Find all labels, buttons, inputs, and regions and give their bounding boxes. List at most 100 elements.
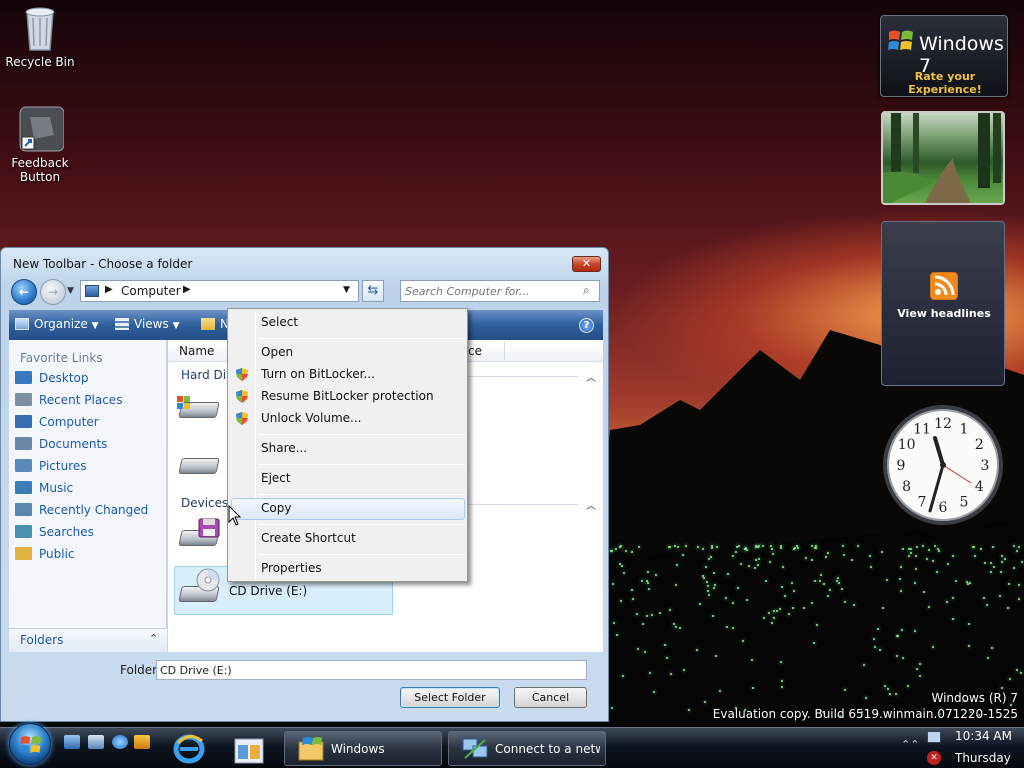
switch-windows-icon[interactable]	[88, 735, 104, 749]
computer-icon	[15, 415, 32, 428]
feedback-button-icon[interactable]: Feedback Button	[0, 105, 80, 184]
network-tray-icon[interactable]	[927, 731, 941, 743]
clock-number: 3	[981, 458, 990, 474]
menu-item-eject[interactable]: Eject	[261, 471, 291, 485]
search-input[interactable]	[405, 283, 577, 299]
pictures-icon	[15, 459, 32, 472]
favorite-link-recent-places[interactable]: Recent Places	[15, 393, 122, 413]
clock-number: 12	[934, 416, 952, 432]
cd-drive-icon	[176, 568, 222, 608]
column-name[interactable]: Name	[179, 344, 214, 358]
forward-button[interactable]: →	[40, 279, 66, 305]
show-hidden-icons-icon[interactable]: ⌃⌃	[901, 738, 919, 751]
clock-face: 12 12 3 45678 9 1011	[883, 405, 1003, 525]
favorite-link-desktop[interactable]: Desktop	[15, 371, 89, 391]
internet-explorer-taskbar-icon[interactable]	[172, 733, 206, 765]
menu-item-select[interactable]: Select	[261, 315, 298, 329]
windows-folder-icon	[298, 737, 324, 761]
help-icon[interactable]: ?	[579, 318, 594, 333]
desktop-icon	[15, 371, 32, 384]
back-button[interactable]: ←	[11, 279, 37, 305]
rate-experience-link[interactable]: Rate your Experience!	[881, 70, 1009, 96]
favorite-link-computer[interactable]: Computer	[15, 415, 99, 435]
clock-number: 11	[913, 422, 931, 438]
explorer-taskbar-icon[interactable]	[232, 735, 266, 765]
favorite-link-music[interactable]: Music	[15, 481, 73, 501]
breadcrumb-chevron-icon[interactable]: ▶	[183, 284, 191, 295]
task-button-connect-network[interactable]: Connect to a netwo	[448, 731, 606, 766]
evaluation-watermark: Windows (R) 7 Evaluation copy. Build 651…	[712, 691, 1018, 721]
menu-item-create-shortcut[interactable]: Create Shortcut	[261, 531, 356, 545]
new-folder-button[interactable]: N	[201, 317, 229, 331]
favorite-link-public[interactable]: Public	[15, 547, 75, 567]
search-icon[interactable]: ⌕	[583, 283, 590, 298]
close-button[interactable]: ✕	[572, 256, 601, 272]
address-bar[interactable]: ▶ Computer ▶ ▼	[80, 280, 359, 302]
favorite-link-documents[interactable]: Documents	[15, 437, 107, 457]
folders-label: Folders	[20, 633, 64, 647]
favorite-link-recently-changed[interactable]: Recently Changed	[15, 503, 148, 523]
favorite-link-pictures[interactable]: Pictures	[15, 459, 87, 479]
clock-number: 9	[897, 458, 906, 474]
cancel-button[interactable]: Cancel	[514, 687, 587, 708]
network-icon	[462, 738, 488, 759]
select-folder-button[interactable]: Select Folder	[400, 687, 500, 708]
arrow-right-icon: →	[47, 285, 59, 299]
favorite-links-header: Favorite Links	[20, 351, 103, 365]
music-icon	[15, 481, 32, 494]
favorite-link-searches[interactable]: Searches	[15, 525, 94, 545]
computer-icon	[85, 285, 99, 297]
breadcrumb-computer[interactable]: Computer	[121, 284, 181, 298]
search-box[interactable]: ⌕	[400, 280, 600, 302]
collapse-icon[interactable]: ︿	[586, 497, 596, 512]
refresh-icon: ⇆	[367, 283, 379, 298]
windows-flag-icon	[888, 30, 913, 50]
task-button-windows[interactable]: Windows	[284, 731, 442, 766]
searches-icon	[15, 525, 32, 538]
clock-day[interactable]: Thursday	[955, 751, 1011, 765]
menu-item-properties[interactable]: Properties	[261, 561, 322, 575]
menu-item-open[interactable]: Open	[261, 345, 293, 359]
feed-headlines-gadget[interactable]: View headlines	[881, 221, 1005, 386]
uac-shield-icon	[236, 390, 248, 403]
windows7-rate-gadget[interactable]: Windows 7 Rate your Experience!	[880, 15, 1008, 97]
start-button[interactable]	[9, 723, 51, 765]
menu-item-unlock-volume[interactable]: Unlock Volume...	[261, 411, 362, 425]
public-icon	[15, 547, 32, 560]
floppy-drive-icon[interactable]	[176, 518, 222, 552]
slideshow-gadget[interactable]	[881, 111, 1005, 205]
recent-places-icon	[15, 393, 32, 406]
hard-drive-d-icon[interactable]	[176, 446, 222, 480]
arrow-left-icon: ←	[18, 285, 30, 299]
clock-number: 1	[960, 422, 969, 438]
folders-toggle[interactable]: Folders ⌃	[9, 628, 167, 652]
address-dropdown-icon[interactable]: ▼	[343, 285, 350, 295]
internet-explorer-quicklaunch-icon[interactable]	[112, 735, 128, 749]
collapse-icon[interactable]: ︿	[586, 369, 596, 384]
forest-photo	[883, 113, 1001, 203]
clock-gadget[interactable]: 12 1 2 3 4 5 6 7 8 9 10 11	[881, 403, 1005, 527]
media-player-quicklaunch-icon[interactable]	[134, 735, 150, 749]
rss-icon	[930, 272, 958, 300]
uac-shield-icon	[236, 368, 248, 381]
hard-drive-c-icon[interactable]	[176, 390, 222, 424]
views-button[interactable]: Views ▼	[115, 317, 179, 331]
recent-pages-dropdown[interactable]: ▼	[67, 286, 74, 296]
breadcrumb-chevron-icon[interactable]: ▶	[105, 284, 113, 295]
action-center-icon[interactable]: ✕	[927, 751, 941, 765]
refresh-button[interactable]: ⇆	[362, 280, 384, 302]
view-headlines-label: View headlines	[897, 307, 991, 320]
menu-item-copy[interactable]: Copy	[261, 501, 291, 515]
menu-item-share[interactable]: Share...	[261, 441, 307, 455]
column-space[interactable]: ce	[468, 344, 482, 358]
menu-item-turn-on-bitlocker[interactable]: Turn on BitLocker...	[261, 367, 375, 381]
group-hard-disk[interactable]: Hard Dis	[181, 368, 232, 382]
clock-time[interactable]: 10:34 AM	[955, 729, 1012, 743]
organize-icon	[15, 318, 29, 330]
menu-item-resume-bitlocker[interactable]: Resume BitLocker protection	[261, 389, 434, 403]
organize-button[interactable]: Organize ▼	[15, 317, 99, 331]
clock-number: 5	[960, 494, 969, 510]
show-desktop-icon[interactable]	[64, 735, 80, 749]
folder-input[interactable]	[156, 660, 587, 680]
recycle-bin-icon[interactable]: Recycle Bin	[0, 4, 80, 69]
